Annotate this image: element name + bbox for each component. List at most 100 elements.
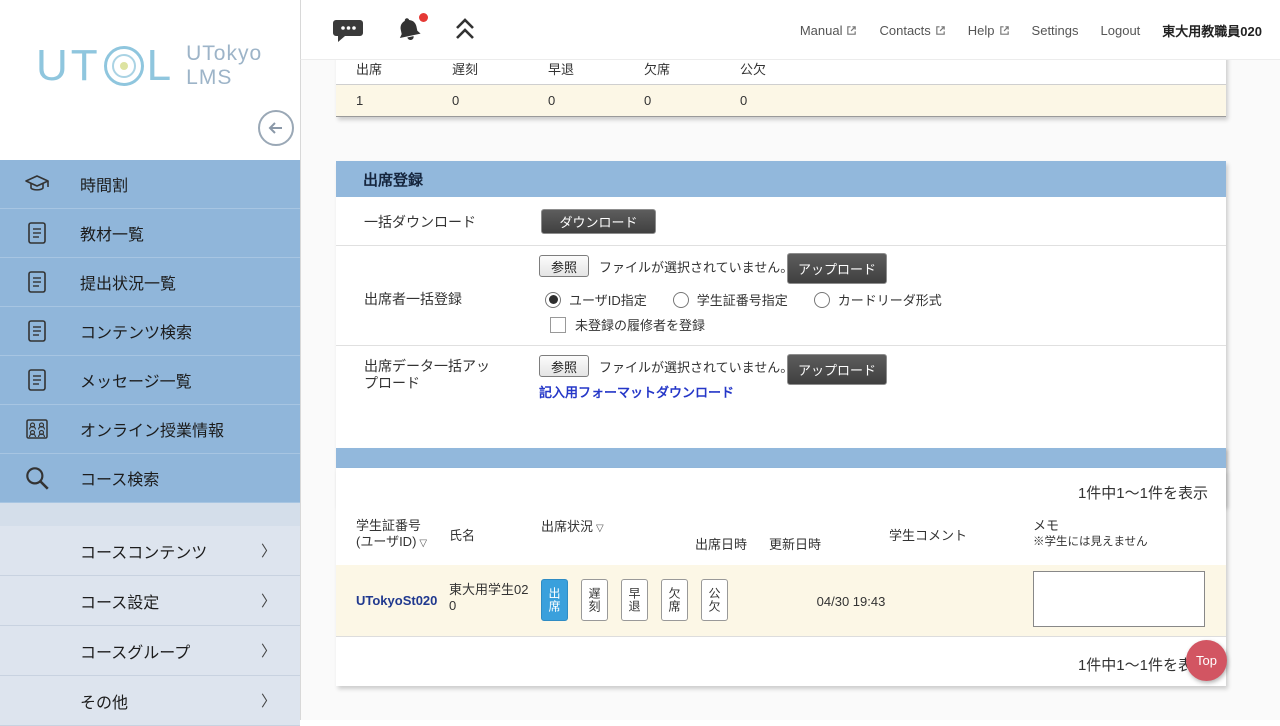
status-button-absent[interactable]: 欠席: [661, 579, 688, 621]
search-icon: [22, 463, 52, 493]
column-header-attend-time: 出席日時: [695, 537, 747, 553]
sidebar-item-materials[interactable]: 教材一覧: [0, 209, 300, 258]
sidebar-item-label: 時間割: [80, 172, 128, 196]
sidebar-item-label: 提出状況一覧: [80, 270, 176, 294]
sidebar-item-messages[interactable]: メッセージ一覧: [0, 356, 300, 405]
radio-selected-icon: [545, 292, 561, 308]
sort-triangle-icon: ▽: [419, 538, 427, 549]
summary-header: 公欠: [720, 60, 816, 78]
attendee-bulk-label: 出席者一括登録: [364, 289, 462, 309]
summary-value-row: 1 0 0 0 0: [336, 85, 1226, 117]
menu-spacer: [0, 503, 300, 526]
main-content: 出席 遅刻 早退 欠席 公欠 1 0 0 0 0 出席登録 一括ダウンロード ダ…: [300, 60, 1280, 720]
link-help[interactable]: Help: [968, 23, 1010, 38]
register-unenrolled-checkbox[interactable]: 未登録の履修者を登録: [550, 315, 705, 334]
radio-user-id[interactable]: ユーザID指定: [545, 290, 647, 309]
sidebar-item-online-class-info[interactable]: オンライン授業情報: [0, 405, 300, 454]
sidebar-item-content-search[interactable]: コンテンツ検索: [0, 307, 300, 356]
student-id-link[interactable]: UTokyoSt020: [356, 593, 437, 608]
browse-button[interactable]: 参照: [539, 255, 589, 277]
link-logout[interactable]: Logout: [1101, 23, 1141, 38]
logo-area: UT L UTokyo LMS: [0, 0, 300, 160]
status-button-present[interactable]: 出席: [541, 579, 568, 621]
attendance-list-header-bar: [336, 448, 1226, 468]
sidebar-item-timetable[interactable]: 時間割: [0, 160, 300, 209]
update-time-value: 04/30 19:43: [769, 594, 933, 609]
sidebar-item-course-search[interactable]: コース検索: [0, 454, 300, 503]
summary-value: 0: [720, 93, 816, 108]
collapse-sidebar-button[interactable]: [258, 110, 294, 146]
browse-button[interactable]: 参照: [539, 355, 589, 377]
summary-value: 0: [624, 93, 720, 108]
sidebar-item-course-group[interactable]: コースグループ 〉: [0, 626, 300, 676]
link-contacts[interactable]: Contacts: [879, 23, 945, 38]
summary-header: 早退: [528, 60, 624, 78]
status-button-early-leave[interactable]: 早退: [621, 579, 648, 621]
summary-value: 0: [432, 93, 528, 108]
topbar-links: Manual Contacts Help Settings Logout 東大用…: [800, 0, 1262, 60]
column-header-comment: 学生コメント: [889, 528, 967, 544]
external-link-icon: [846, 25, 857, 36]
summary-header: 出席: [336, 60, 432, 78]
chevron-right-icon: 〉: [261, 590, 276, 611]
external-link-icon: [935, 25, 946, 36]
radio-card-reader-format[interactable]: カードリーダ形式: [814, 290, 942, 309]
column-header-status[interactable]: 出席状況▽: [541, 519, 604, 537]
link-settings[interactable]: Settings: [1032, 23, 1079, 38]
bulk-download-label: 一括ダウンロード: [364, 212, 476, 232]
attendance-row: UTokyoSt020 東大用学生020 出席 遅刻 早退 欠席 公欠 04/3…: [336, 565, 1226, 637]
summary-value: 1: [336, 93, 432, 108]
radio-unselected-icon: [814, 292, 830, 308]
sidebar-item-label: メッセージ一覧: [80, 368, 192, 392]
sidebar-item-label: コースコンテンツ: [80, 539, 207, 563]
brand-text: UTokyo LMS: [186, 42, 262, 90]
external-link-icon: [999, 25, 1010, 36]
logo-o-rings-icon: [104, 46, 144, 86]
status-button-late[interactable]: 遅刻: [581, 579, 608, 621]
scroll-top-chevrons-button[interactable]: [451, 14, 479, 46]
sidebar-menu: 時間割 教材一覧 提出状況一覧 コンテンツ検索: [0, 160, 300, 503]
bulk-download-row: 一括ダウンロード ダウンロード: [336, 197, 1226, 245]
page: UT L UTokyo LMS 時間割: [0, 0, 1280, 720]
attendance-summary-table: 出席 遅刻 早退 欠席 公欠 1 0 0 0 0: [336, 60, 1226, 117]
format-download-link[interactable]: 記入用フォーマットダウンロード: [539, 382, 734, 401]
brand-line1: UTokyo: [186, 42, 262, 66]
document-icon: [22, 218, 52, 248]
file-picker: 参照 ファイルが選択されていません。: [539, 355, 793, 377]
memo-textarea[interactable]: [1033, 571, 1205, 627]
attendee-bulk-register-row: 出席者一括登録 参照 ファイルが選択されていません。 アップロード ユーザID指…: [336, 245, 1226, 345]
column-header-memo: メモ ※学生には見えません: [1033, 518, 1148, 550]
sidebar-submenu: コースコンテンツ 〉 コース設定 〉 コースグループ 〉 その他 〉: [0, 526, 300, 726]
document-icon: [22, 316, 52, 346]
arrow-left-icon: [266, 118, 286, 138]
radio-student-card-number[interactable]: 学生証番号指定: [673, 290, 788, 309]
summary-header-row: 出席 遅刻 早退 欠席 公欠: [336, 60, 1226, 85]
graduation-cap-icon: [22, 169, 52, 199]
sidebar-item-submission-status[interactable]: 提出状況一覧: [0, 258, 300, 307]
column-header-update-time: 更新日時: [769, 537, 821, 553]
upload-button[interactable]: アップロード: [787, 354, 887, 385]
download-button[interactable]: ダウンロード: [541, 209, 656, 234]
sidebar-item-others[interactable]: その他 〉: [0, 676, 300, 726]
upload-button[interactable]: アップロード: [787, 253, 887, 284]
chevron-right-icon: 〉: [261, 640, 276, 661]
scroll-to-top-button[interactable]: Top: [1186, 640, 1227, 681]
radio-unselected-icon: [673, 292, 689, 308]
link-manual[interactable]: Manual: [800, 23, 858, 38]
status-button-excused[interactable]: 公欠: [701, 579, 728, 621]
student-name: 東大用学生020: [449, 582, 533, 614]
sidebar-item-label: オンライン授業情報: [80, 417, 224, 441]
column-header-student-id[interactable]: 学生証番号 (ユーザID)▽: [356, 518, 427, 552]
data-upload-label: 出席データ一括アップロード: [364, 358, 496, 392]
sidebar-item-course-settings[interactable]: コース設定 〉: [0, 576, 300, 626]
checkbox-icon: [550, 317, 566, 333]
sidebar-item-label: コース設定: [80, 589, 159, 613]
messages-button[interactable]: [329, 13, 367, 47]
panel-title: 出席登録: [336, 161, 1226, 197]
sidebar-item-course-contents[interactable]: コースコンテンツ 〉: [0, 526, 300, 576]
chevron-right-icon: 〉: [261, 540, 276, 561]
sidebar: UT L UTokyo LMS 時間割: [0, 0, 300, 720]
notifications-button[interactable]: [391, 12, 427, 48]
document-icon: [22, 267, 52, 297]
chevron-right-icon: 〉: [261, 690, 276, 711]
